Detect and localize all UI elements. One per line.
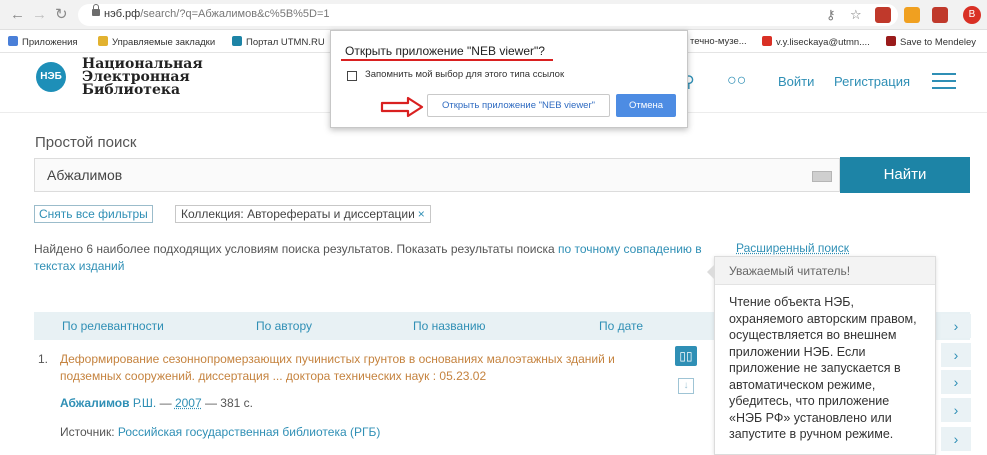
apps-grid-icon bbox=[8, 36, 18, 46]
folder-icon bbox=[98, 36, 108, 46]
tooltip-body: Чтение объекта НЭБ, охраняемого авторски… bbox=[729, 295, 917, 441]
sort-title[interactable]: По названию bbox=[413, 319, 486, 333]
separator: — bbox=[156, 396, 175, 410]
profile-avatar[interactable]: B bbox=[963, 6, 981, 24]
result-number: 1. bbox=[38, 352, 49, 366]
bookmark-managed[interactable]: Управляемые закладки bbox=[98, 36, 215, 48]
reset-filters-button[interactable]: Снять все фильтры bbox=[34, 205, 153, 223]
sort-date[interactable]: По дате bbox=[599, 319, 643, 333]
chevron-right-icon[interactable]: › bbox=[941, 427, 971, 451]
search-label: Простой поиск bbox=[35, 134, 137, 151]
chevron-right-icon[interactable]: › bbox=[941, 370, 971, 394]
close-icon[interactable]: × bbox=[418, 207, 425, 221]
source-link[interactable]: Российская государственная библиотека (Р… bbox=[118, 425, 380, 439]
keyboard-icon[interactable] bbox=[812, 171, 832, 182]
open-app-button[interactable]: Открыть приложение "NEB viewer" bbox=[427, 94, 610, 117]
result-title[interactable]: Деформирование сезоннопромерзающих пучин… bbox=[60, 351, 650, 385]
chevron-right-icon[interactable]: › bbox=[941, 314, 971, 338]
result-source: Источник: Российская государственная биб… bbox=[60, 425, 380, 439]
extension-icon[interactable] bbox=[875, 7, 891, 23]
dialog-title: Открыть приложение "NEB viewer"? bbox=[345, 44, 545, 58]
results-info: Найдено 6 наиболее подходящих условиям п… bbox=[34, 241, 714, 275]
bookmark-apps[interactable]: Приложения bbox=[8, 36, 78, 48]
results-info-text: Найдено 6 наиболее подходящих условиям п… bbox=[34, 242, 558, 256]
chevron-right-icon[interactable]: › bbox=[941, 343, 971, 367]
lock-icon[interactable] bbox=[92, 4, 100, 16]
read-book-icon[interactable]: ▯▯ bbox=[675, 346, 697, 366]
result-author-initials[interactable]: Р.Ш. bbox=[130, 396, 156, 410]
url-text[interactable]: нэб.рф/search/?q=Абжалимов&c%5B%5D=1 bbox=[104, 8, 330, 20]
site-logo-text[interactable]: Национальная Электронная Библиотека bbox=[82, 57, 203, 98]
utmn-icon bbox=[232, 36, 242, 46]
star-icon[interactable]: ☆ bbox=[850, 7, 862, 23]
cancel-button[interactable]: Отмена bbox=[616, 94, 676, 117]
menu-icon[interactable] bbox=[932, 73, 956, 89]
key-icon[interactable]: ⚷ bbox=[826, 7, 836, 23]
red-arrow-icon bbox=[380, 96, 424, 118]
bookmark-mail[interactable]: v.y.liseckaya@utmn.... bbox=[762, 36, 870, 48]
tooltip-header: Уважаемый читатель! bbox=[715, 257, 935, 285]
red-underline bbox=[341, 59, 553, 61]
search-query[interactable]: Абжалимов bbox=[47, 167, 122, 183]
gmail-icon bbox=[762, 36, 772, 46]
back-icon[interactable]: ← bbox=[10, 6, 25, 24]
extension-icon[interactable] bbox=[904, 7, 920, 23]
browser-toolbar: ← → ↻ нэб.рф/search/?q=Абжалимов&c%5B%5D… bbox=[0, 0, 987, 30]
register-link[interactable]: Регистрация bbox=[834, 74, 910, 89]
mendeley-icon bbox=[886, 36, 896, 46]
source-label: Источник: bbox=[60, 425, 118, 439]
remember-checkbox[interactable] bbox=[347, 71, 357, 81]
search-input[interactable]: Абжалимов bbox=[34, 158, 840, 192]
chevron-right-icon[interactable]: › bbox=[941, 398, 971, 422]
result-year[interactable]: 2007 bbox=[175, 396, 202, 410]
result-meta: Абжалимов Р.Ш. — 2007 — 381 с. bbox=[60, 396, 253, 410]
bookmark-museum[interactable]: течно-музе... bbox=[690, 36, 747, 47]
bookmark-utmn[interactable]: Портал UTMN.RU bbox=[232, 36, 325, 48]
reload-icon[interactable]: ↻ bbox=[55, 6, 68, 24]
extension-icon[interactable] bbox=[932, 7, 948, 23]
result-pages: — 381 с. bbox=[201, 396, 253, 410]
advanced-search-link[interactable]: Расширенный поиск bbox=[736, 241, 849, 255]
logo-line: Библиотека bbox=[82, 82, 181, 98]
result-author[interactable]: Абжалимов bbox=[60, 396, 130, 410]
search-button[interactable]: Найти bbox=[840, 157, 970, 193]
reader-tooltip: Уважаемый читатель! Чтение объекта НЭБ, … bbox=[707, 256, 936, 455]
glasses-icon[interactable]: ○○ bbox=[727, 72, 746, 90]
download-icon[interactable]: ↓ bbox=[678, 378, 694, 394]
filter-tag: Коллекция: Авторефераты и диссертации × bbox=[175, 205, 431, 223]
site-logo[interactable]: НЭБ bbox=[36, 62, 66, 92]
sort-relevance[interactable]: По релевантности bbox=[62, 319, 164, 333]
forward-icon[interactable]: → bbox=[32, 6, 47, 24]
sort-author[interactable]: По автору bbox=[256, 319, 312, 333]
filter-tag-label: Коллекция: Авторефераты и диссертации bbox=[181, 207, 415, 221]
bookmark-mendeley[interactable]: Save to Mendeley bbox=[886, 36, 976, 48]
login-link[interactable]: Войти bbox=[778, 74, 814, 89]
remember-label[interactable]: Запомнить мой выбор для этого типа ссыло… bbox=[365, 69, 564, 80]
